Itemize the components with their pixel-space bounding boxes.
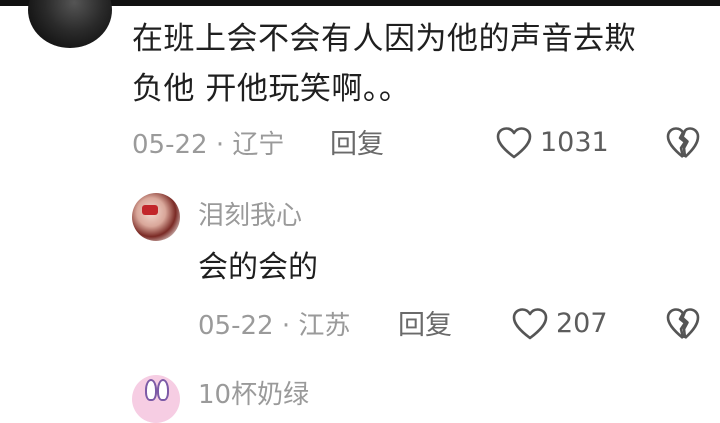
comment-text-line-2: 负他 开他玩笑啊。。	[132, 71, 411, 107]
comment-text-line-1: 在班上会不会有人因为他的声音去欺	[132, 21, 636, 57]
reply-avatar[interactable]	[132, 193, 180, 241]
comment-body: 在班上会不会有人因为他的声音去欺 负他 开他玩笑啊。。	[132, 14, 702, 114]
commenter-avatar[interactable]	[28, 0, 112, 48]
broken-heart-icon	[666, 307, 700, 341]
comment-reply-button[interactable]: 回复	[330, 128, 384, 162]
reply-dislike-button[interactable]	[666, 307, 700, 341]
heart-outline-icon	[496, 126, 532, 160]
bunny-ear-left	[145, 379, 157, 401]
comment-like-button[interactable]: 1031	[496, 126, 609, 160]
reply-body: 会的会的	[198, 250, 318, 285]
comment-dislike-button[interactable]	[666, 126, 700, 160]
comment-like-count: 1031	[540, 127, 609, 158]
reply-like-button[interactable]: 207	[512, 307, 608, 341]
broken-heart-icon	[666, 126, 700, 160]
bunny-ear-right	[157, 379, 169, 401]
reply-like-count: 207	[556, 308, 608, 339]
reply-username[interactable]: 泪刻我心	[198, 199, 302, 233]
reply-reply-button[interactable]: 回复	[398, 309, 452, 343]
heart-outline-icon	[512, 307, 548, 341]
comment-meta: 05-22 · 辽宁	[132, 130, 285, 160]
next-comment-username[interactable]: 10杯奶绿	[198, 378, 309, 412]
next-commenter-avatar[interactable]	[132, 375, 180, 423]
reply-meta: 05-22 · 江苏	[198, 311, 351, 341]
